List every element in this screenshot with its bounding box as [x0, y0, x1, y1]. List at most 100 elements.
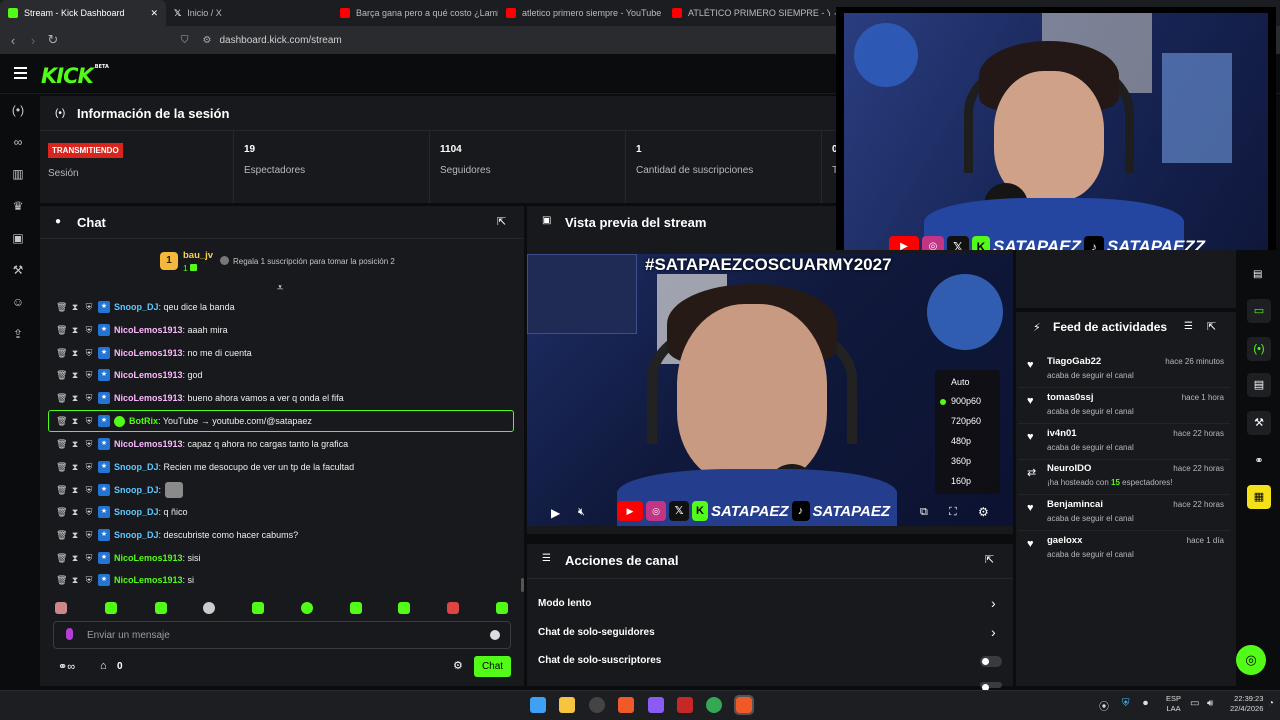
bookmark-icon[interactable]: ⛉ — [181, 35, 189, 46]
users-nav-icon[interactable]: ☺ — [10, 294, 26, 310]
chat-rail-icon[interactable]: ▭ — [1247, 299, 1271, 323]
next-action-toggle[interactable] — [980, 682, 1002, 691]
brave-beta-icon[interactable] — [734, 695, 754, 715]
obs-icon[interactable] — [589, 697, 605, 713]
capture-app-icon[interactable] — [677, 697, 693, 713]
chat-message[interactable]: 🗑 ⧗ ⛨ ★ BotRix: YouTube → youtube.com/@satap… — [56, 411, 312, 431]
play-icon[interactable]: ▶ — [551, 506, 560, 520]
scroll-to-latest-icon[interactable]: ⩡ — [277, 282, 283, 295]
chat-message[interactable]: 🗑 ⧗ ⛨ ★ Snoop_DJ: Recien me desocupo de ver … — [56, 457, 354, 477]
network-icon[interactable]: ▭ — [1190, 698, 1199, 709]
tray-app-icon[interactable]: ⦿ — [1099, 698, 1109, 713]
emote-soccer-icon[interactable] — [203, 602, 215, 614]
mic-icon[interactable] — [66, 628, 73, 640]
browser-tab-x[interactable]: 𝕏 Inicio / X — [166, 0, 332, 26]
emote-avatar-icon[interactable] — [55, 602, 67, 614]
quality-option[interactable]: 900p60 — [951, 396, 981, 406]
chat-message[interactable]: 🗑 ⧗ ⛨ ★ NicoLemos1913: god — [56, 365, 203, 385]
copilot-icon[interactable] — [648, 697, 664, 713]
chat-input[interactable]: Enviar un mensaje — [87, 630, 170, 641]
url-field[interactable]: dashboard.kick.com/stream — [219, 35, 341, 46]
upload-nav-icon[interactable]: ⇪ — [10, 326, 26, 342]
mute-icon[interactable]: 🔇︎ — [578, 506, 585, 519]
browser-tab-youtube-3[interactable]: ATLÉTICO PRIMERO SIEMPRE - YouTu… — [664, 0, 830, 26]
chat-message[interactable]: 🗑 ⧗ ⛨ ★ NicoLemos1913: si — [56, 570, 194, 590]
hamburger-menu-icon[interactable] — [14, 67, 27, 79]
emote-kick-icon[interactable] — [252, 602, 264, 614]
clip-icon[interactable]: ⧉ — [920, 506, 928, 519]
back-icon[interactable]: ‹ — [3, 33, 23, 48]
chat-message[interactable]: 🗑 ⧗ ⛨ ★ NicoLemos1913: aaah mira — [56, 320, 228, 340]
chat-message[interactable]: 🗑 ⧗ ⛨ ★ Snoop_DJ: q ñico — [56, 502, 188, 522]
popout-icon[interactable]: ⇱ — [1207, 320, 1216, 333]
quality-option[interactable]: 160p — [951, 476, 971, 486]
quality-option[interactable]: 720p60 — [951, 416, 981, 426]
chat-message[interactable]: 🗑 ⧗ ⛨ ★ NicoLemos1913: bueno ahora vamos a v… — [56, 388, 344, 408]
subscribers-only-toggle[interactable] — [980, 656, 1002, 667]
chat-message[interactable]: 🗑 ⧗ ⛨ ★ NicoLemos1913: sisi — [56, 548, 201, 568]
support-chat-icon[interactable]: ◎ — [1236, 645, 1266, 675]
chat-message[interactable]: 🗑 ⧗ ⛨ ★ NicoLemos1913: capaz q ahora no carg… — [56, 434, 348, 454]
chat-message[interactable]: 🗑 ⧗ ⛨ ★ Snoop_DJ: — [56, 480, 184, 500]
quality-option[interactable]: 480p — [951, 436, 971, 446]
panel-rail-icon[interactable]: ▤ — [1247, 373, 1271, 397]
chevron-right-icon[interactable]: › — [991, 624, 996, 640]
notifications-icon[interactable]: ◔ — [1268, 698, 1274, 709]
volume-icon[interactable]: 🔊︎ — [1207, 698, 1213, 709]
language-indicator[interactable]: ESP LAA — [1166, 694, 1181, 714]
tray-shield-icon[interactable]: ⛨ — [1122, 698, 1130, 709]
store-icon[interactable]: ⌂ — [100, 660, 107, 672]
chevron-right-icon[interactable]: › — [991, 595, 996, 611]
video-nav-icon[interactable]: ▣ — [10, 230, 26, 246]
wrench-nav-icon[interactable]: ⚒ — [10, 262, 26, 278]
emote-frame-icon[interactable] — [155, 602, 167, 614]
trophy-nav-icon[interactable]: ♛ — [10, 198, 26, 214]
browser-tab-kick[interactable]: Stream - Kick Dashboard ✕ — [0, 0, 166, 26]
site-info-icon[interactable]: ⚙ — [203, 35, 212, 46]
windows-start-icon[interactable] — [530, 697, 546, 713]
fullscreen-icon[interactable]: ⛶ — [949, 506, 957, 519]
subscribers-only-row[interactable]: Chat de solo-suscriptores — [538, 655, 661, 666]
reload-icon[interactable]: ↻ — [43, 32, 63, 48]
popout-icon[interactable]: ⇱ — [985, 553, 994, 566]
followers-only-row[interactable]: Chat de solo-seguidores — [538, 627, 655, 638]
forward-icon[interactable]: › — [23, 33, 43, 48]
settings-gear-icon[interactable]: ⚙ — [978, 505, 989, 519]
chat-settings-icon[interactable]: ⚙ — [453, 659, 463, 672]
mic-tray-icon[interactable]: ⏺︎ — [1143, 698, 1148, 709]
slow-mode-row[interactable]: Modo lento — [538, 598, 591, 609]
drops-rail-icon[interactable]: ⚭ — [1247, 449, 1271, 473]
brave-icon[interactable] — [618, 697, 634, 713]
emote-picker-icon[interactable] — [490, 630, 500, 640]
quality-option[interactable]: Auto — [951, 377, 970, 387]
chat-message[interactable]: 🗑 ⧗ ⛨ ★ Snoop_DJ: descubriste como hacer cab… — [56, 525, 298, 545]
chat-message[interactable]: 🗑 ⧗ ⛨ ★ NicoLemos1913: no me di cuenta — [56, 343, 252, 363]
clock[interactable]: 22:39:23 22/4/2026 — [1230, 694, 1263, 714]
drops-icon[interactable]: ⚭∞ — [58, 660, 75, 673]
analytics-nav-icon[interactable]: ▥ — [10, 166, 26, 182]
gifter-name[interactable]: bau_jv — [183, 250, 213, 261]
browser-tab-youtube-1[interactable]: Barça gana pero a qué costo ¿Lamine… — [332, 0, 498, 26]
popout-icon[interactable]: ⇱ — [497, 215, 506, 228]
emote-soccer-green-icon[interactable] — [301, 602, 313, 614]
clip-rail-icon[interactable]: ▦ — [1247, 485, 1271, 509]
chrome-icon[interactable] — [706, 697, 722, 713]
broadcast-nav-icon[interactable]: (•) — [10, 102, 26, 118]
broadcast-rail-icon[interactable]: (•) — [1247, 337, 1271, 361]
filter-icon[interactable]: ☰ — [1184, 321, 1193, 332]
upper-panel-icon[interactable]: ▤ — [1253, 269, 1262, 280]
emote-kick-icon[interactable] — [350, 602, 362, 614]
browser-tab-youtube-2[interactable]: atletico primero siempre - YouTube — [498, 0, 664, 26]
emote-face-icon[interactable] — [447, 602, 459, 614]
close-tab-icon[interactable]: ✕ — [150, 8, 158, 19]
quality-option[interactable]: 360p — [951, 456, 971, 466]
chat-message[interactable]: 🗑 ⧗ ⛨ ★ Snoop_DJ: qeu dice la banda — [56, 297, 235, 317]
send-chat-button[interactable]: Chat — [474, 656, 511, 677]
emote-kick-icon[interactable] — [496, 602, 508, 614]
wrench-rail-icon[interactable]: ⚒ — [1247, 411, 1271, 435]
chat-scrollbar[interactable] — [521, 578, 524, 592]
emote-kick-icon[interactable] — [398, 602, 410, 614]
link-nav-icon[interactable]: ∞ — [10, 134, 26, 150]
file-explorer-icon[interactable] — [559, 697, 575, 713]
emote-kick-icon[interactable] — [105, 602, 117, 614]
